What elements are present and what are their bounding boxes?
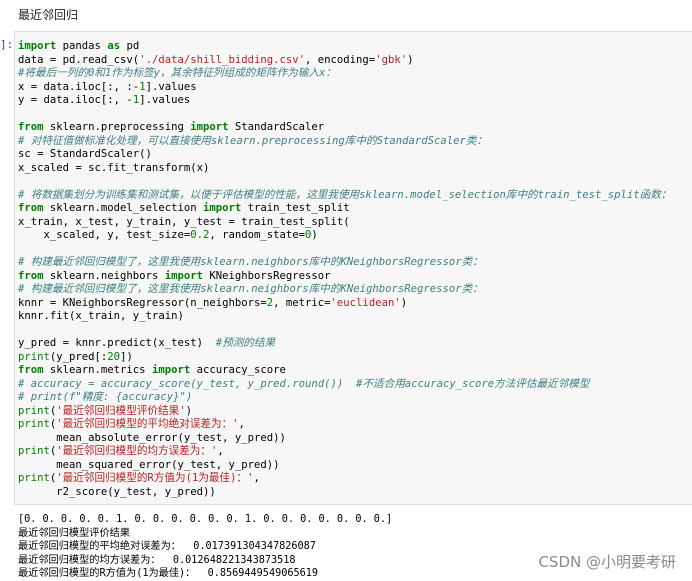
output-line: 最近邻回归模型的R方值为(1为最佳)： 0.8569449549065619 (18, 568, 319, 580)
code-line: y = data.iloc[:, -1].values (18, 94, 191, 106)
code-line: sc = StandardScaler() (18, 148, 152, 160)
code-line: # 构建最近邻回归模型了，这里我使用sklearn.neighbors库中的KN… (18, 283, 483, 295)
csdn-watermark: CSDN @小明要考研 (538, 553, 676, 571)
code-line: # 构建最近邻回归模型了，这里我使用sklearn.neighbors库中的KN… (18, 256, 483, 268)
code-line: mean_squared_error(y_test, y_pred)) (18, 458, 280, 471)
output-line: 最近邻回归模型的平均绝对误差为： 0.017391304347826087 (18, 541, 316, 553)
code-line: print('最近邻回归模型的平均绝对误差为：', (18, 418, 245, 430)
output-line: 最近邻回归模型评价结果 (18, 527, 131, 539)
code-line: x_scaled = sc.fit_transform(x) (18, 161, 210, 174)
code-line: from sklearn.model_selection import trai… (18, 202, 350, 214)
code-line: print('最近邻回归模型的R方值为(1为最佳)：', (18, 472, 260, 484)
code-line: x_train, x_test, y_train, y_test = train… (18, 215, 350, 228)
code-line: knnr.fit(x_train, y_train) (18, 310, 184, 322)
code-line: mean_absolute_error(y_test, y_pred)) (18, 431, 286, 444)
cell-prompt: ]: (0, 38, 14, 51)
markdown-cell[interactable]: 最近邻回归 (0, 0, 692, 26)
code-line: from sklearn.preprocessing import Standa… (18, 121, 325, 133)
code-line: # 对特征值做标准化处理，可以直接使用sklearn.preprocessing… (18, 134, 488, 147)
code-line: # accuracy = accuracy_score(y_test, y_pr… (18, 377, 590, 390)
section-heading: 最近邻回归 (18, 8, 79, 22)
output-line: 最近邻回归模型的均方误差为： 0.012648221343873518 (18, 554, 296, 566)
code-line: data = pd.read_csv('./data/shill_bidding… (18, 53, 414, 66)
code-line: from sklearn.neighbors import KNeighbors… (18, 269, 331, 282)
code-line: knnr = KNeighborsRegressor(n_neighbors=2… (18, 296, 408, 309)
code-line: print('最近邻回归模型的均方误差为：', (18, 445, 224, 457)
code-line: y_pred = knnr.predict(x_test) #预测的结果 (18, 337, 276, 349)
code-line: print('最近邻回归模型评价结果') (18, 404, 192, 417)
code-line: x = data.iloc[:, :-1].values (18, 80, 197, 93)
code-line: import pandas as pd (18, 40, 140, 52)
output-line: [0. 0. 0. 0. 0. 1. 0. 0. 0. 0. 0. 0. 1. … (18, 514, 393, 525)
code-line: x_scaled, y, test_size=0.2, random_state… (18, 229, 318, 241)
code-line: # 将数据集划分为训练集和测试集，以便于评估模型的性能，这里我使用sklearn… (18, 188, 672, 201)
code-line: from sklearn.metrics import accuracy_sco… (18, 364, 286, 376)
code-line: # print(f"精度: {accuracy}") (18, 391, 193, 403)
code-line: print(y_pred[:20]) (18, 350, 133, 363)
code-line: r2_score(y_test, y_pred)) (18, 485, 216, 498)
code-line: #将最后一列的0和1作为标签y，其余特征列组成的矩阵作为输入x： (18, 67, 336, 79)
